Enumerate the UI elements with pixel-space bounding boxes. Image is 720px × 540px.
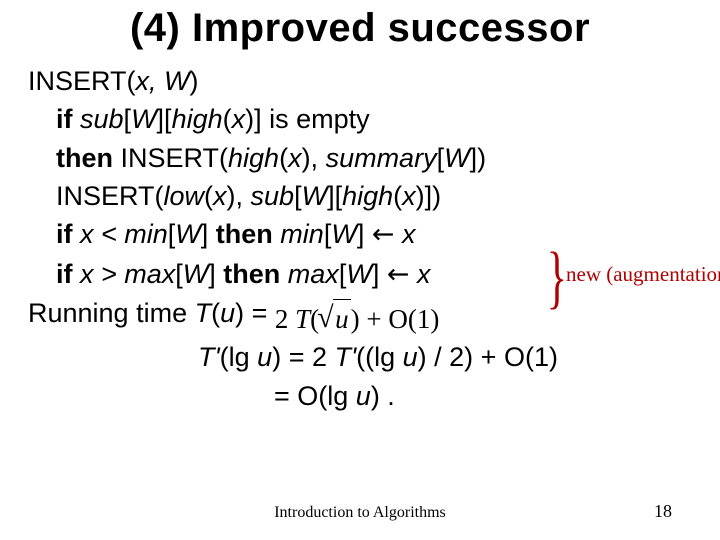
text: W bbox=[183, 259, 208, 289]
text: W bbox=[444, 143, 469, 173]
text: ) = bbox=[235, 298, 275, 328]
text: u bbox=[356, 381, 371, 411]
code-line-0: INSERT(x, W) bbox=[28, 62, 692, 100]
text: high bbox=[172, 104, 223, 134]
text: u bbox=[220, 298, 235, 328]
annotation-text: new (augmentation) bbox=[566, 262, 720, 287]
text: W bbox=[131, 104, 156, 134]
slide: (4) Improved successor INSERT(x, W) if s… bbox=[0, 0, 720, 540]
text: sub bbox=[251, 181, 295, 211]
text: (lg bbox=[220, 342, 258, 372]
text: high bbox=[228, 143, 279, 173]
code-line-2: then INSERT(high(x), summary[W]) bbox=[28, 139, 692, 177]
annotation-group: } new (augmentation) bbox=[540, 240, 720, 316]
text: ( bbox=[211, 298, 220, 328]
code-line-1: if sub[W][high(x)] is empty bbox=[28, 100, 692, 138]
text: summary bbox=[326, 143, 437, 173]
text: ((lg bbox=[356, 342, 403, 372]
text: + O(1) bbox=[360, 304, 440, 334]
text: INSERT( bbox=[56, 181, 164, 211]
text: INSERT( bbox=[113, 143, 228, 173]
text: [ bbox=[437, 143, 445, 173]
text: high bbox=[342, 181, 393, 211]
arrow-icon: ← bbox=[387, 259, 410, 290]
text: x < min bbox=[73, 219, 168, 249]
text: [ bbox=[124, 104, 132, 134]
text: ] bbox=[357, 219, 372, 249]
text: ), bbox=[302, 143, 326, 173]
text: min bbox=[273, 219, 324, 249]
text: W bbox=[331, 219, 356, 249]
text: )] is empty bbox=[245, 104, 370, 134]
text: T' bbox=[198, 342, 220, 372]
slide-title: (4) Improved successor bbox=[0, 6, 720, 51]
text: ( bbox=[393, 181, 402, 211]
text: INSERT( bbox=[28, 66, 136, 96]
footer-title: Introduction to Algorithms bbox=[0, 504, 720, 522]
brace-icon: } bbox=[547, 240, 567, 316]
text: u bbox=[403, 342, 418, 372]
text: ( bbox=[204, 181, 213, 211]
text: x bbox=[394, 219, 415, 249]
args: x, W bbox=[136, 66, 190, 96]
text: x bbox=[232, 104, 246, 134]
text: low bbox=[164, 181, 205, 211]
text: ), bbox=[227, 181, 251, 211]
text: ( bbox=[223, 104, 232, 134]
text: T' bbox=[334, 342, 356, 372]
page-number: 18 bbox=[654, 501, 672, 522]
kw-then: then bbox=[216, 219, 273, 249]
text: ( bbox=[279, 143, 288, 173]
text: ) / 2) + O(1) bbox=[418, 342, 558, 372]
recurrence-formula: 2 T(u) + O(1) bbox=[275, 299, 440, 338]
text: ) bbox=[351, 304, 360, 334]
kw-if: if bbox=[56, 219, 73, 249]
text: T bbox=[195, 298, 212, 328]
code-line-3: INSERT(low(x), sub[W][high(x)]) bbox=[28, 177, 692, 215]
text: x bbox=[409, 259, 430, 289]
text: T bbox=[295, 304, 310, 334]
text: u bbox=[333, 299, 351, 338]
text: [ bbox=[175, 259, 183, 289]
text: )]) bbox=[416, 181, 441, 211]
code-line-7: T'(lg u) = 2 T'((lg u) / 2) + O(1) bbox=[28, 338, 692, 376]
text: sub bbox=[73, 104, 124, 134]
text: ) . bbox=[371, 381, 395, 411]
text: W bbox=[346, 259, 371, 289]
text: Running time bbox=[28, 298, 195, 328]
kw-then: then bbox=[56, 143, 113, 173]
text: u bbox=[257, 342, 272, 372]
text: [ bbox=[294, 181, 302, 211]
kw-then: then bbox=[223, 259, 280, 289]
text: ][ bbox=[157, 104, 172, 134]
text: x bbox=[402, 181, 416, 211]
text: W bbox=[175, 219, 200, 249]
text: ) = 2 bbox=[272, 342, 334, 372]
arrow-icon: ← bbox=[372, 219, 395, 250]
text: = O(lg bbox=[274, 381, 356, 411]
text: max bbox=[280, 259, 339, 289]
text: ] bbox=[208, 259, 223, 289]
sqrt-icon: u bbox=[319, 299, 351, 338]
text: W bbox=[302, 181, 327, 211]
text: ] bbox=[372, 259, 387, 289]
text: x bbox=[288, 143, 302, 173]
text: x bbox=[213, 181, 227, 211]
text: x > max bbox=[73, 259, 176, 289]
text: ][ bbox=[327, 181, 342, 211]
text: 2 bbox=[275, 304, 295, 334]
kw-if: if bbox=[56, 259, 73, 289]
code-line-8: = O(lg u) . bbox=[28, 377, 692, 415]
slide-body: INSERT(x, W) if sub[W][high(x)] is empty… bbox=[28, 62, 692, 415]
text: ]) bbox=[470, 143, 487, 173]
text: ] bbox=[201, 219, 216, 249]
kw-if: if bbox=[56, 104, 73, 134]
text: ) bbox=[190, 66, 199, 96]
